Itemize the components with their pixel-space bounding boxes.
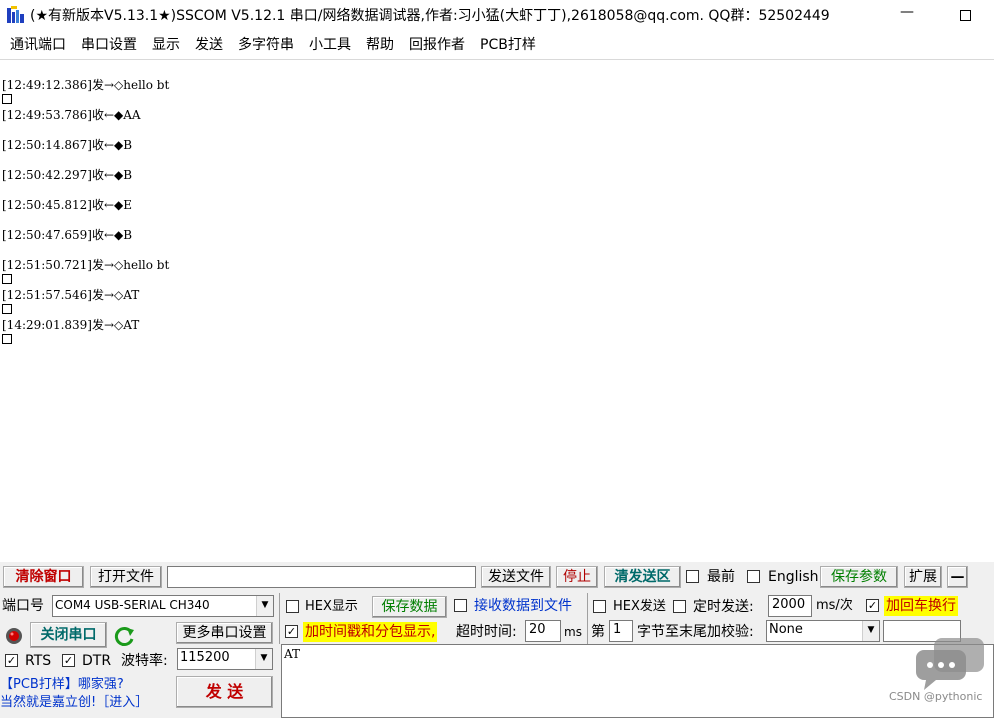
interval-unit: ms/次 (816, 598, 853, 613)
port-select[interactable]: COM4 USB-SERIAL CH340 ▼ (52, 595, 274, 617)
expand-button[interactable]: 扩展 (904, 566, 942, 588)
send-file-button[interactable]: 发送文件 (481, 566, 551, 588)
collapse-button[interactable]: — (947, 566, 968, 588)
chevron-down-icon: ▼ (256, 596, 273, 616)
clear-window-button[interactable]: 清除窗口 (3, 566, 84, 588)
interval-input[interactable]: 2000 (768, 595, 812, 617)
hex-send-label: HEX发送 (613, 599, 666, 614)
close-port-button[interactable]: 关闭串口 (30, 622, 107, 648)
menu-bar: 通讯端口 串口设置 显示 发送 多字符串 小工具 帮助 回报作者 PCB打样 (0, 33, 994, 57)
topmost-label: 最前 (707, 569, 735, 585)
app-logo-icon (7, 6, 24, 23)
recv-to-file-checkbox[interactable] (454, 599, 467, 612)
stop-button[interactable]: 停止 (556, 566, 598, 588)
panel-divider (279, 593, 280, 644)
baud-select[interactable]: 115200 ▼ (177, 648, 273, 670)
dtr-checkbox[interactable]: ✓ (62, 654, 75, 667)
timed-send-label: 定时发送: (693, 599, 754, 615)
chevron-down-icon: ▼ (862, 621, 879, 641)
panel-divider (587, 593, 588, 644)
log-line: [12:51:57.546]发→◇AT (2, 288, 140, 302)
byte-index-input[interactable]: 1 (609, 620, 633, 642)
hex-send-checkbox[interactable] (593, 600, 606, 613)
timeout-label: 超时时间: (456, 624, 517, 640)
english-checkbox[interactable] (747, 570, 760, 583)
log-line: [14:29:01.839]发→◇AT (2, 318, 140, 332)
menu-comm-port[interactable]: 通讯端口 (5, 33, 71, 57)
chat-bubble-icon (916, 638, 984, 690)
baud-value: 115200 (180, 650, 230, 665)
open-file-button[interactable]: 打开文件 (90, 566, 162, 588)
log-line: [12:50:47.659]收←◆B (2, 228, 133, 242)
hex-display-checkbox[interactable] (286, 600, 299, 613)
menu-serial-settings[interactable]: 串口设置 (76, 33, 142, 57)
crlf-checkbox[interactable]: ✓ (866, 599, 879, 612)
hex-display-label: HEX显示 (305, 599, 358, 614)
promo-line-2: 当然就是嘉立创!［进入］ (0, 695, 149, 710)
timeout-unit: ms (564, 625, 582, 639)
promo-line-1: 【PCB打样】哪家强? (0, 677, 124, 692)
receive-area[interactable]: [12:49:12.386]发→◇hello bt [12:49:53.786]… (0, 60, 994, 560)
maximize-icon (960, 10, 971, 21)
recv-to-file-label: 接收数据到文件 (474, 598, 572, 614)
menu-send[interactable]: 发送 (190, 33, 228, 57)
menu-help[interactable]: 帮助 (361, 33, 399, 57)
timed-send-checkbox[interactable] (673, 600, 686, 613)
checksum-value: None (769, 622, 803, 637)
menu-pcb[interactable]: PCB打样 (475, 33, 541, 57)
byte-prefix-label: 第 (591, 624, 605, 640)
chevron-down-icon: ▼ (255, 649, 272, 669)
log-line: [12:50:14.867]收←◆B (2, 138, 133, 152)
menu-display[interactable]: 显示 (147, 33, 185, 57)
log-line: [12:50:45.812]收←◆E (2, 198, 133, 212)
more-port-settings-button[interactable]: 更多串口设置 (176, 622, 273, 644)
line-break-glyph (2, 304, 12, 314)
english-label: English (768, 569, 819, 585)
window-title: (★有新版本V5.13.1★)SSCOM V5.12.1 串口/网络数据调试器,… (30, 8, 830, 24)
save-params-button[interactable]: 保存参数 (820, 566, 898, 588)
timestamp-label: 加时间戳和分包显示, (303, 622, 438, 642)
line-break-glyph (2, 274, 12, 284)
port-label: 端口号 (2, 598, 44, 614)
rts-label: RTS (25, 653, 52, 669)
checksum-select[interactable]: None ▼ (766, 620, 880, 642)
checksum-label: 字节至末尾加校验: (637, 624, 754, 640)
timeout-input[interactable]: 20 (525, 620, 561, 642)
send-input[interactable]: AT (281, 644, 994, 718)
minimize-button[interactable]: — (895, 4, 919, 26)
refresh-icon[interactable] (113, 624, 137, 648)
port-status-icon (6, 628, 22, 644)
log-line: [12:49:53.786]收←◆AA (2, 108, 141, 122)
line-break-glyph (2, 334, 12, 344)
maximize-button[interactable] (953, 4, 977, 26)
log-line: [12:51:50.721]发→◇hello bt (2, 258, 170, 272)
rts-checkbox[interactable]: ✓ (5, 654, 18, 667)
dtr-label: DTR (82, 653, 112, 669)
line-break-glyph (2, 94, 12, 104)
log-line: [12:49:12.386]发→◇hello bt (2, 78, 170, 92)
title-bar: (★有新版本V5.13.1★)SSCOM V5.12.1 串口/网络数据调试器,… (0, 0, 994, 30)
menu-tools[interactable]: 小工具 (304, 33, 356, 57)
menu-multi-string[interactable]: 多字符串 (233, 33, 299, 57)
send-button[interactable]: 发 送 (176, 676, 273, 708)
port-value: COM4 USB-SERIAL CH340 (55, 598, 210, 612)
timestamp-checkbox[interactable]: ✓ (285, 625, 298, 638)
log-line: [12:50:42.297]收←◆B (2, 168, 133, 182)
file-path-input[interactable] (167, 566, 476, 588)
clear-send-area-button[interactable]: 清发送区 (604, 566, 681, 588)
save-data-button[interactable]: 保存数据 (372, 596, 447, 618)
topmost-checkbox[interactable] (686, 570, 699, 583)
send-text: AT (284, 647, 301, 661)
menu-feedback[interactable]: 回报作者 (404, 33, 470, 57)
crlf-label: 加回车换行 (884, 596, 958, 616)
watermark: CSDN @pythonic (889, 690, 983, 703)
baud-label: 波特率: (121, 653, 168, 669)
pcb-promo-link[interactable]: 【PCB打样】哪家强? 当然就是嘉立创!［进入］ (0, 676, 175, 712)
